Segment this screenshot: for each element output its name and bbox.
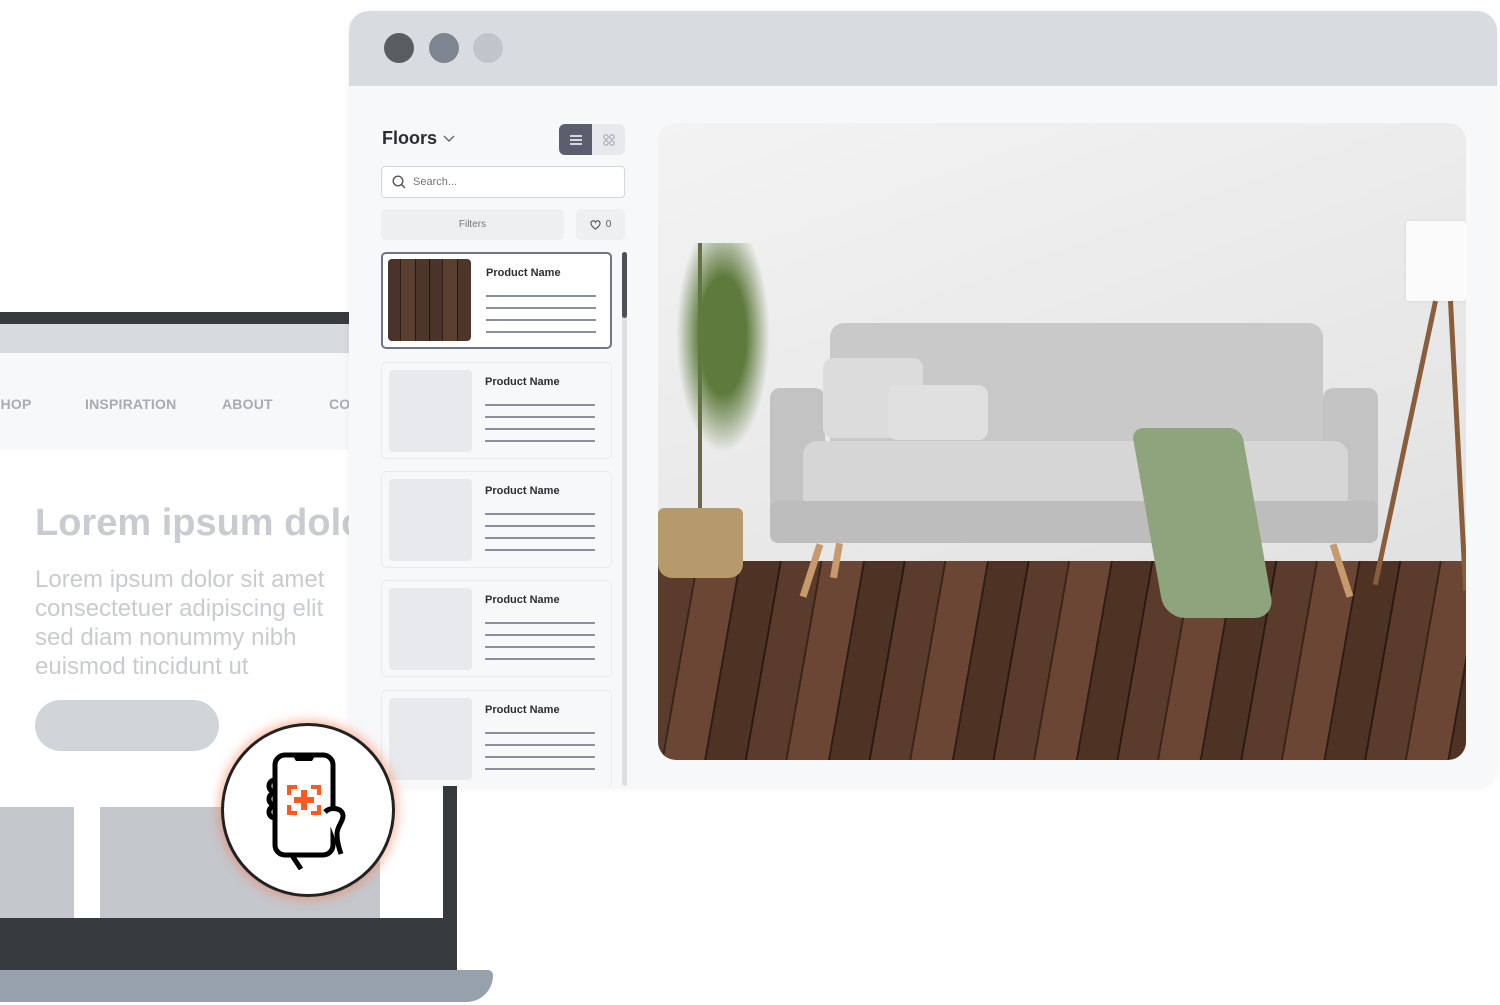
product-thumbnail [389, 479, 472, 561]
grid-view-button[interactable] [592, 124, 625, 155]
window-dot-maximize[interactable] [473, 33, 503, 63]
window-dot-minimize[interactable] [429, 33, 459, 63]
laptop-bezel [443, 786, 457, 926]
laptop-base [0, 970, 493, 1002]
content-block [0, 807, 74, 918]
product-list: Product Name Product Name Product Name P… [381, 252, 614, 786]
product-thumbnail [389, 588, 472, 670]
nav-contact[interactable]: CO [329, 396, 349, 412]
product-name: Product Name [485, 376, 560, 388]
site-nav: SHOP INSPIRATION ABOUT CO [0, 353, 349, 450]
grid-icon [602, 133, 615, 146]
favorites-count: 0 [605, 219, 612, 230]
chevron-down-icon [443, 135, 455, 142]
category-dropdown[interactable]: Floors [382, 128, 455, 149]
hero-button[interactable] [35, 700, 219, 751]
product-thumbnail [389, 698, 472, 780]
search-icon [392, 175, 406, 189]
browser-window: Floors Filters 0 Product Name Product Na… [349, 11, 1497, 786]
product-name: Product Name [485, 704, 560, 716]
category-title: Floors [382, 128, 438, 148]
heart-icon [590, 219, 601, 230]
search-input[interactable] [413, 176, 603, 188]
product-card[interactable]: Product Name [381, 690, 612, 786]
floor-lamp [1406, 221, 1466, 301]
plant [668, 243, 778, 473]
product-thumbnail [388, 259, 471, 341]
phone-ar-scan-icon [266, 752, 346, 870]
filters-label: Filters [458, 219, 487, 230]
laptop-top-bar [0, 312, 349, 324]
laptop-bezel [0, 918, 457, 971]
window-dot-close[interactable] [384, 33, 414, 63]
product-name: Product Name [485, 594, 560, 606]
nav-shop[interactable]: SHOP [0, 396, 31, 412]
hero-text: Lorem ipsum dolor sit amet consectetuer … [35, 566, 325, 680]
hero-title: Lorem ipsum dolo [35, 502, 349, 544]
view-toggle [559, 124, 625, 155]
laptop-address-bar [0, 324, 349, 353]
favorites-button[interactable]: 0 [576, 209, 625, 240]
scrollbar[interactable] [622, 252, 627, 786]
product-card[interactable]: Product Name [381, 580, 612, 677]
search-box [381, 166, 625, 198]
nav-about[interactable]: ABOUT [222, 396, 273, 412]
product-card[interactable]: Product Name [381, 362, 612, 459]
product-name: Product Name [485, 485, 560, 497]
list-icon [569, 134, 582, 145]
product-thumbnail [389, 370, 472, 452]
ar-badge[interactable] [221, 723, 395, 897]
plant-basket [658, 508, 743, 578]
product-name: Product Name [486, 267, 561, 279]
list-view-button[interactable] [559, 124, 592, 155]
nav-inspiration[interactable]: INSPIRATION [85, 396, 176, 412]
filters-button[interactable]: Filters [381, 209, 564, 240]
scrollbar-thumb[interactable] [622, 252, 627, 318]
product-card[interactable]: Product Name [381, 252, 612, 349]
browser-titlebar [349, 11, 1497, 86]
room-preview-image [658, 123, 1466, 760]
product-card[interactable]: Product Name [381, 471, 612, 568]
